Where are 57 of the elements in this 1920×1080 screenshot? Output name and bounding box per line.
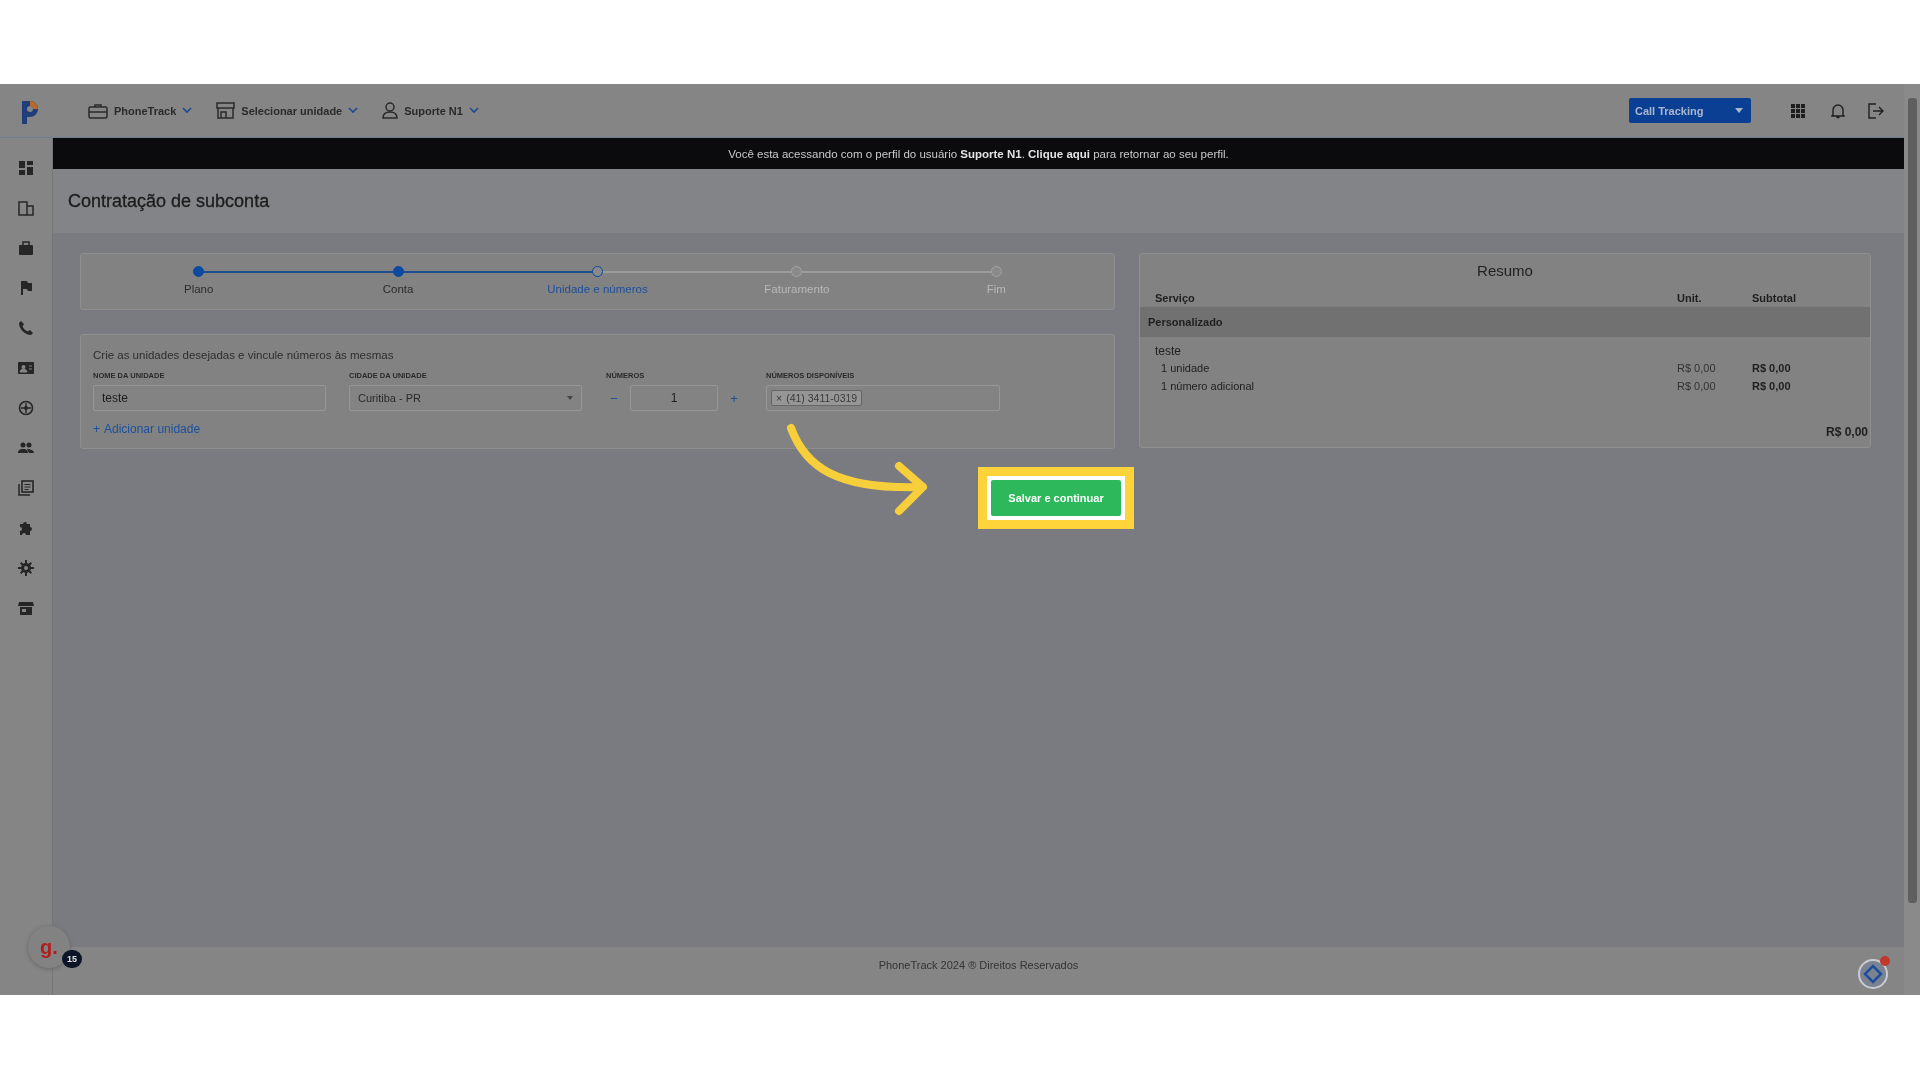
column-header: Serviço [1155,292,1196,304]
dashboard-icon[interactable] [18,160,34,176]
subtotal: R$ 0,00 [1752,362,1792,374]
caret-icon [567,396,573,400]
subtotal: R$ 0,00 [1752,380,1792,392]
chat-widget-icon[interactable] [1858,955,1892,989]
phone-icon[interactable] [18,320,34,336]
group-label: Personalizado [1148,316,1224,328]
column-header: Subtotal [1752,292,1797,304]
total: R$ 0,00 [1824,424,1868,439]
summary-title: Resumo [1476,262,1534,279]
unit-name-field[interactable]: teste [93,385,326,411]
settings-icon[interactable] [18,560,34,576]
bell-icon[interactable] [1831,102,1845,119]
target-icon[interactable] [18,400,34,416]
line-item: 1 número adicional [1160,380,1255,392]
contact-card-icon[interactable] [18,360,34,376]
nav-menu[interactable]: Selecionar unidade [216,102,359,119]
building-icon[interactable] [18,200,34,216]
documents-icon[interactable] [18,480,34,496]
nav-menu[interactable]: Suporte N1 [382,102,479,119]
copyright-text: PhoneTrack 2024 ® Direitos Reservados [878,959,1079,971]
save-continue-button[interactable]: Salvar e continuar [991,480,1121,516]
puzzle-icon[interactable] [18,520,34,536]
flag-icon[interactable] [18,280,34,296]
increment-button[interactable]: + [726,390,742,406]
chevron-down-icon [348,107,359,114]
nav-menu[interactable]: PhoneTrack [88,102,193,119]
chevron-down-icon [468,107,479,114]
caret-icon [1735,108,1743,113]
scrollbar-thumb[interactable] [1907,98,1917,903]
unit-name: teste [1155,343,1182,358]
product-select[interactable]: Call Tracking [1629,98,1751,123]
return-link[interactable]: Clique aqui [1028,147,1091,160]
briefcase-icon [88,102,108,119]
decrement-button[interactable]: − [606,390,622,406]
briefcase-icon[interactable] [18,240,34,256]
add-unit-link[interactable]: + Adicionar unidade [93,422,201,436]
impersonation-notice: Você esta acessando com o perfil do usuário Suporte N1. Clique aqui para retornar ao seu perfil. [728,147,1229,160]
store-icon [216,102,236,119]
available-numbers-field[interactable]: × (41) 3411-0319 [766,385,1000,411]
page-title: Contratação de subconta [68,190,270,212]
logout-icon[interactable] [1867,102,1884,119]
form-instructions: Crie as unidades desejadas e vincule números às mesmas [93,349,395,361]
user-icon [382,102,399,119]
chevron-down-icon [182,107,193,114]
city-select[interactable]: Curitiba - PR [349,385,582,411]
store-icon[interactable] [18,600,34,616]
remove-tag-button[interactable]: × [776,392,783,404]
column-header: Unit. [1677,292,1703,304]
unit-price: R$ 0,00 [1677,380,1717,392]
unit-price: R$ 0,00 [1677,362,1717,374]
numbers-field[interactable]: 1 [630,385,718,411]
people-icon[interactable] [18,440,34,456]
apps-grid-icon[interactable] [1791,103,1805,118]
number-tag[interactable]: × (41) 3411-0319 [771,390,863,406]
line-item: 1 unidade [1160,362,1211,374]
